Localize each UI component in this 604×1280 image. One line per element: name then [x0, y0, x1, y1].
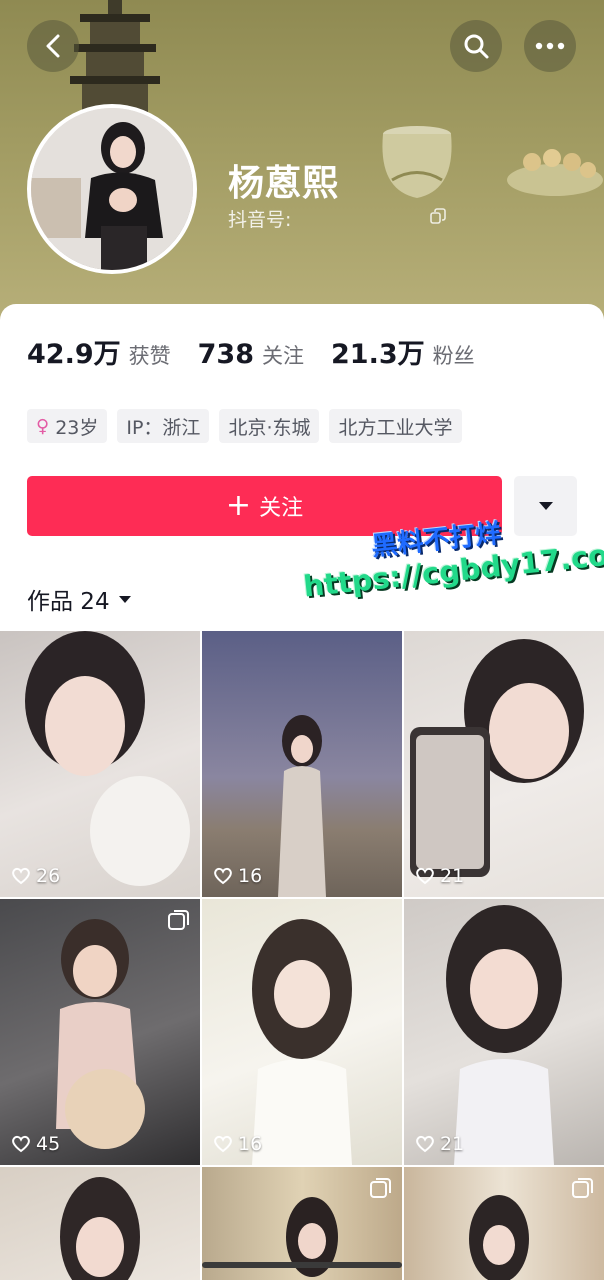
- like-count-text: 21: [440, 1133, 465, 1155]
- follow-button-label: 关注: [259, 496, 304, 521]
- tag-age-text: 23岁: [55, 416, 99, 439]
- video-thumbnail: [278, 715, 326, 897]
- avatar[interactable]: [27, 104, 197, 274]
- tag-age: ♀ 23岁: [27, 409, 108, 443]
- avatar-photo: [31, 108, 193, 270]
- video-thumbnail: [410, 639, 584, 877]
- more-horizontal-icon: [535, 42, 565, 50]
- more-button[interactable]: [524, 20, 576, 72]
- douyin-id-label: 抖音号:: [228, 209, 292, 231]
- back-button[interactable]: [27, 20, 79, 72]
- search-icon: [464, 34, 489, 59]
- search-button[interactable]: [450, 20, 502, 72]
- works-tab[interactable]: 作品 24: [27, 582, 132, 616]
- heart-icon: [416, 867, 434, 885]
- heart-icon: [12, 867, 30, 885]
- like-count: 21: [415, 1133, 464, 1155]
- video-tile[interactable]: [0, 1167, 200, 1280]
- heart-icon: [416, 1135, 434, 1153]
- stat-following[interactable]: 738 关注: [198, 339, 304, 370]
- home-indicator[interactable]: [202, 1262, 402, 1268]
- female-gender-icon: ♀: [36, 415, 50, 437]
- multi-image-icon: [370, 1178, 391, 1198]
- video-tile[interactable]: 16: [202, 631, 402, 897]
- like-count-text: 16: [238, 865, 263, 887]
- video-thumbnail: [252, 919, 352, 1165]
- like-count-text: 45: [36, 1133, 61, 1155]
- like-count: 45: [11, 1133, 60, 1155]
- video-tile[interactable]: 21: [404, 899, 604, 1165]
- profile-username: 杨蒽熙: [228, 163, 340, 204]
- profile-header: 杨蒽熙 抖音号:: [0, 0, 604, 330]
- stat-following-value: 738: [197, 339, 254, 370]
- caret-down-icon: [118, 595, 131, 603]
- tag-location: 北京·东城: [219, 409, 320, 443]
- copy-icon[interactable]: [430, 208, 446, 224]
- profile-stats: 42.9万 获赞 738 关注 21.3万 粉丝: [27, 332, 502, 371]
- pastry-decoration: [507, 149, 603, 196]
- tag-ip: IP：浙江: [117, 409, 210, 443]
- stat-likes-label: 获赞: [128, 344, 171, 368]
- video-thumbnail: [60, 1177, 140, 1280]
- stat-likes[interactable]: 42.9万 获赞: [27, 332, 171, 371]
- video-thumbnail: [56, 919, 145, 1149]
- pot-decoration: [382, 126, 452, 198]
- video-tile[interactable]: 45: [0, 899, 200, 1165]
- like-count: 16: [213, 865, 262, 887]
- video-tile[interactable]: 21: [404, 631, 604, 897]
- pagoda-decoration: [70, 0, 160, 120]
- heart-icon: [214, 1135, 232, 1153]
- stat-followers[interactable]: 21.3万 粉丝: [331, 332, 475, 371]
- stat-likes-value: 42.9万: [27, 339, 121, 370]
- stat-followers-label: 粉丝: [432, 344, 475, 368]
- multi-image-icon: [168, 910, 189, 930]
- video-tile[interactable]: 26: [0, 631, 200, 897]
- video-thumbnail: [25, 631, 190, 886]
- like-count-text: 26: [36, 865, 61, 887]
- tag-school[interactable]: 北方工业大学: [329, 409, 462, 443]
- multi-image-icon: [572, 1178, 593, 1198]
- like-count-text: 21: [440, 865, 465, 887]
- video-tile[interactable]: [404, 1167, 604, 1280]
- video-thumbnail: [446, 905, 562, 1165]
- video-tile[interactable]: 16: [202, 899, 402, 1165]
- chevron-left-icon: [46, 34, 60, 58]
- like-count: 16: [213, 1133, 262, 1155]
- heart-icon: [12, 1135, 30, 1153]
- plus-icon: +: [225, 488, 252, 523]
- profile-tags: ♀ 23岁 IP：浙江 北京·东城 北方工业大学: [27, 409, 472, 443]
- like-count-text: 16: [238, 1133, 263, 1155]
- works-tab-label: 作品 24: [27, 589, 110, 615]
- stat-followers-value: 21.3万: [331, 339, 425, 370]
- stat-following-label: 关注: [262, 344, 304, 368]
- heart-icon: [214, 867, 232, 885]
- like-count: 21: [415, 865, 464, 887]
- like-count: 26: [11, 865, 60, 887]
